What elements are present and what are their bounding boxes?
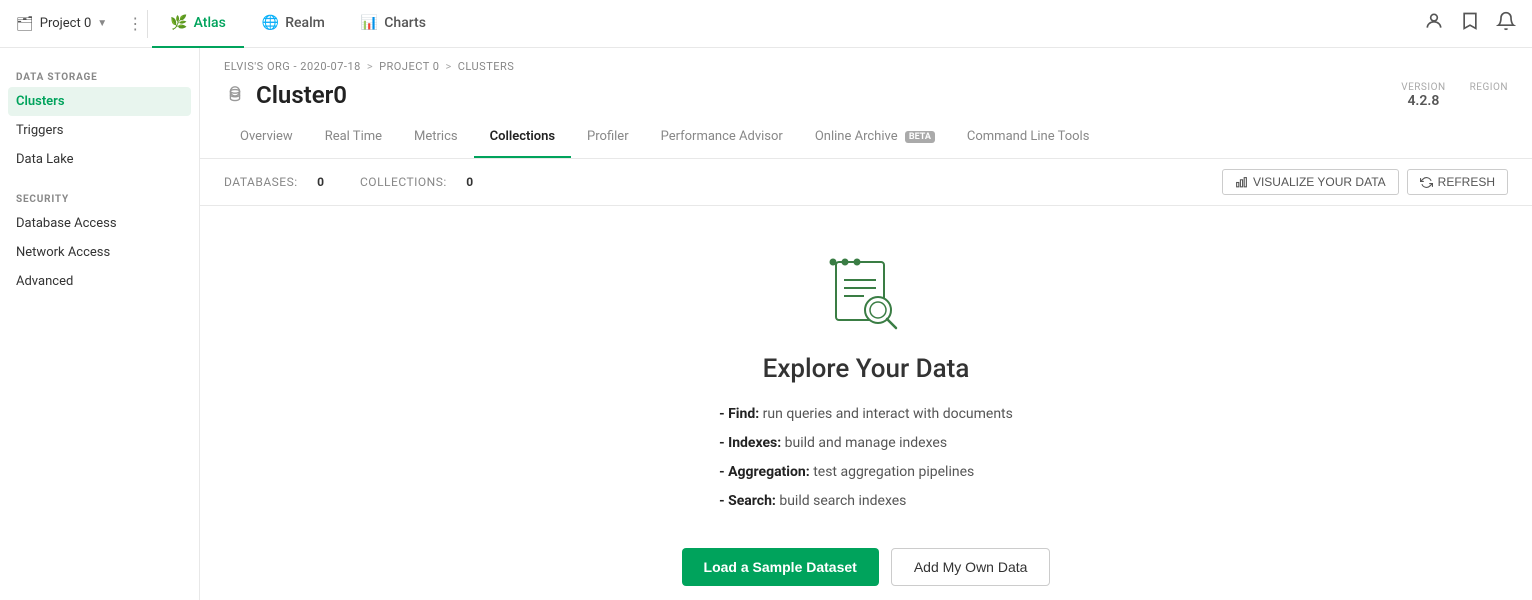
region-label: REGION bbox=[1470, 82, 1508, 93]
cluster-tabs: Overview Real Time Metrics Collections P… bbox=[200, 117, 1532, 159]
realm-icon: 🌐 bbox=[262, 15, 279, 31]
feature-indexes: - Indexes: build and manage indexes bbox=[719, 433, 1013, 454]
beta-badge: BETA bbox=[905, 131, 935, 143]
cluster-name: Cluster0 bbox=[256, 81, 347, 109]
db-collection-stats: DATABASES: 0 COLLECTIONS: 0 bbox=[224, 175, 506, 189]
tab-collections[interactable]: Collections bbox=[474, 117, 571, 158]
security-section-label: SECURITY bbox=[0, 186, 199, 209]
sidebar-item-triggers[interactable]: Triggers bbox=[0, 116, 199, 145]
person-icon bbox=[1424, 11, 1444, 31]
sidebar-item-network-access[interactable]: Network Access bbox=[0, 238, 199, 267]
explore-data-icon bbox=[826, 254, 906, 334]
cluster-header: Cluster0 VERSION 4.2.8 REGION bbox=[200, 73, 1532, 109]
toolbar-buttons: VISUALIZE YOUR DATA REFRESH bbox=[1222, 169, 1508, 195]
feature-find-keyword: - Find: bbox=[719, 406, 759, 422]
feature-find-text: run queries and interact with documents bbox=[763, 406, 1013, 422]
region-block: REGION bbox=[1470, 82, 1508, 109]
sidebar-item-clusters[interactable]: Clusters bbox=[8, 87, 191, 116]
nav-icons-right bbox=[1424, 11, 1516, 36]
version-block: VERSION 4.2.8 bbox=[1401, 82, 1445, 109]
breadcrumb-project[interactable]: PROJECT 0 bbox=[379, 60, 439, 73]
nav-link-realm[interactable]: 🌐 Realm bbox=[244, 0, 343, 48]
bar-chart-icon bbox=[1235, 176, 1248, 189]
atlas-icon: 🌿 bbox=[170, 15, 187, 31]
user-icon-button[interactable] bbox=[1424, 11, 1444, 36]
advanced-label: Advanced bbox=[16, 274, 73, 289]
refresh-button[interactable]: REFRESH bbox=[1407, 169, 1508, 195]
tab-command-line-tools[interactable]: Command Line Tools bbox=[951, 117, 1106, 158]
nav-realm-label: Realm bbox=[285, 15, 325, 31]
feature-aggregation: - Aggregation: test aggregation pipeline… bbox=[719, 462, 1013, 483]
top-navigation: 🗂 Project 0 ▼ ⋮ 🌿 Atlas 🌐 Realm 📊 Charts bbox=[0, 0, 1532, 48]
empty-state-features: - Find: run queries and interact with do… bbox=[719, 404, 1013, 520]
sidebar-item-advanced[interactable]: Advanced bbox=[0, 267, 199, 296]
load-sample-dataset-button[interactable]: Load a Sample Dataset bbox=[682, 548, 879, 586]
dots-menu-icon[interactable]: ⋮ bbox=[127, 14, 143, 33]
nav-atlas-label: Atlas bbox=[194, 15, 226, 31]
folder-icon: 🗂 bbox=[16, 16, 34, 32]
sidebar: DATA STORAGE Clusters Triggers Data Lake… bbox=[0, 48, 200, 600]
feature-search-keyword: - Search: bbox=[719, 493, 776, 509]
breadcrumb-sep-2: > bbox=[445, 60, 451, 73]
refresh-icon bbox=[1420, 176, 1433, 189]
datalake-label: Data Lake bbox=[16, 152, 74, 167]
empty-state-title: Explore Your Data bbox=[763, 354, 970, 384]
feature-aggregation-keyword: - Aggregation: bbox=[719, 464, 810, 480]
breadcrumb-page[interactable]: CLUSTERS bbox=[458, 60, 515, 73]
main-content: ELVIS'S ORG - 2020-07-18 > PROJECT 0 > C… bbox=[200, 48, 1532, 600]
nav-link-charts[interactable]: 📊 Charts bbox=[343, 0, 444, 48]
bookmark-icon-button[interactable] bbox=[1460, 11, 1480, 36]
tab-profiler[interactable]: Profiler bbox=[571, 117, 645, 158]
add-own-data-button[interactable]: Add My Own Data bbox=[891, 548, 1051, 586]
project-name: Project 0 bbox=[40, 16, 92, 31]
feature-indexes-keyword: - Indexes: bbox=[719, 435, 781, 451]
version-label: VERSION bbox=[1401, 82, 1445, 93]
breadcrumb: ELVIS'S ORG - 2020-07-18 > PROJECT 0 > C… bbox=[200, 48, 1532, 73]
sidebar-item-database-access[interactable]: Database Access bbox=[0, 209, 199, 238]
clusters-label: Clusters bbox=[16, 94, 65, 109]
charts-icon: 📊 bbox=[361, 15, 378, 31]
network-access-label: Network Access bbox=[16, 245, 110, 260]
collections-count: 0 bbox=[466, 175, 473, 189]
sidebar-item-datalake[interactable]: Data Lake bbox=[0, 145, 199, 174]
breadcrumb-org[interactable]: ELVIS'S ORG - 2020-07-18 bbox=[224, 60, 361, 73]
nav-divider bbox=[147, 10, 148, 38]
cluster-title-row: Cluster0 bbox=[224, 81, 347, 109]
feature-indexes-text: build and manage indexes bbox=[785, 435, 947, 451]
data-storage-section-label: DATA STORAGE bbox=[0, 64, 199, 87]
collections-label: COLLECTIONS: 0 bbox=[360, 175, 490, 189]
empty-state-buttons: Load a Sample Dataset Add My Own Data bbox=[682, 548, 1051, 586]
feature-search: - Search: build search indexes bbox=[719, 491, 1013, 512]
databases-label: DATABASES: 0 bbox=[224, 175, 344, 189]
cluster-icon bbox=[224, 84, 246, 106]
nav-link-atlas[interactable]: 🌿 Atlas bbox=[152, 0, 244, 48]
feature-aggregation-text: test aggregation pipelines bbox=[813, 464, 974, 480]
main-layout: DATA STORAGE Clusters Triggers Data Lake… bbox=[0, 48, 1532, 600]
tab-metrics[interactable]: Metrics bbox=[398, 117, 474, 158]
bookmark-icon bbox=[1460, 11, 1480, 31]
chevron-down-icon: ▼ bbox=[97, 18, 107, 29]
tab-overview[interactable]: Overview bbox=[224, 117, 309, 158]
feature-find: - Find: run queries and interact with do… bbox=[719, 404, 1013, 425]
feature-search-text: build search indexes bbox=[779, 493, 906, 509]
project-selector[interactable]: 🗂 Project 0 ▼ bbox=[16, 16, 107, 32]
database-access-label: Database Access bbox=[16, 216, 117, 231]
version-region-info: VERSION 4.2.8 REGION bbox=[1401, 82, 1508, 109]
bell-icon-button[interactable] bbox=[1496, 11, 1516, 36]
tab-online-archive[interactable]: Online Archive BETA bbox=[799, 117, 951, 158]
nav-charts-label: Charts bbox=[384, 15, 426, 31]
bell-icon bbox=[1496, 11, 1516, 31]
collections-toolbar: DATABASES: 0 COLLECTIONS: 0 VISUALIZE YO… bbox=[200, 159, 1532, 206]
databases-count: 0 bbox=[317, 175, 324, 189]
empty-state: Explore Your Data - Find: run queries an… bbox=[200, 206, 1532, 600]
tab-performance-advisor[interactable]: Performance Advisor bbox=[645, 117, 799, 158]
visualize-data-button[interactable]: VISUALIZE YOUR DATA bbox=[1222, 169, 1399, 195]
version-value: 4.2.8 bbox=[1401, 93, 1445, 109]
tab-realtime[interactable]: Real Time bbox=[309, 117, 398, 158]
breadcrumb-sep-1: > bbox=[367, 60, 373, 73]
triggers-label: Triggers bbox=[16, 123, 63, 138]
top-nav-links: 🌿 Atlas 🌐 Realm 📊 Charts bbox=[152, 0, 1424, 48]
